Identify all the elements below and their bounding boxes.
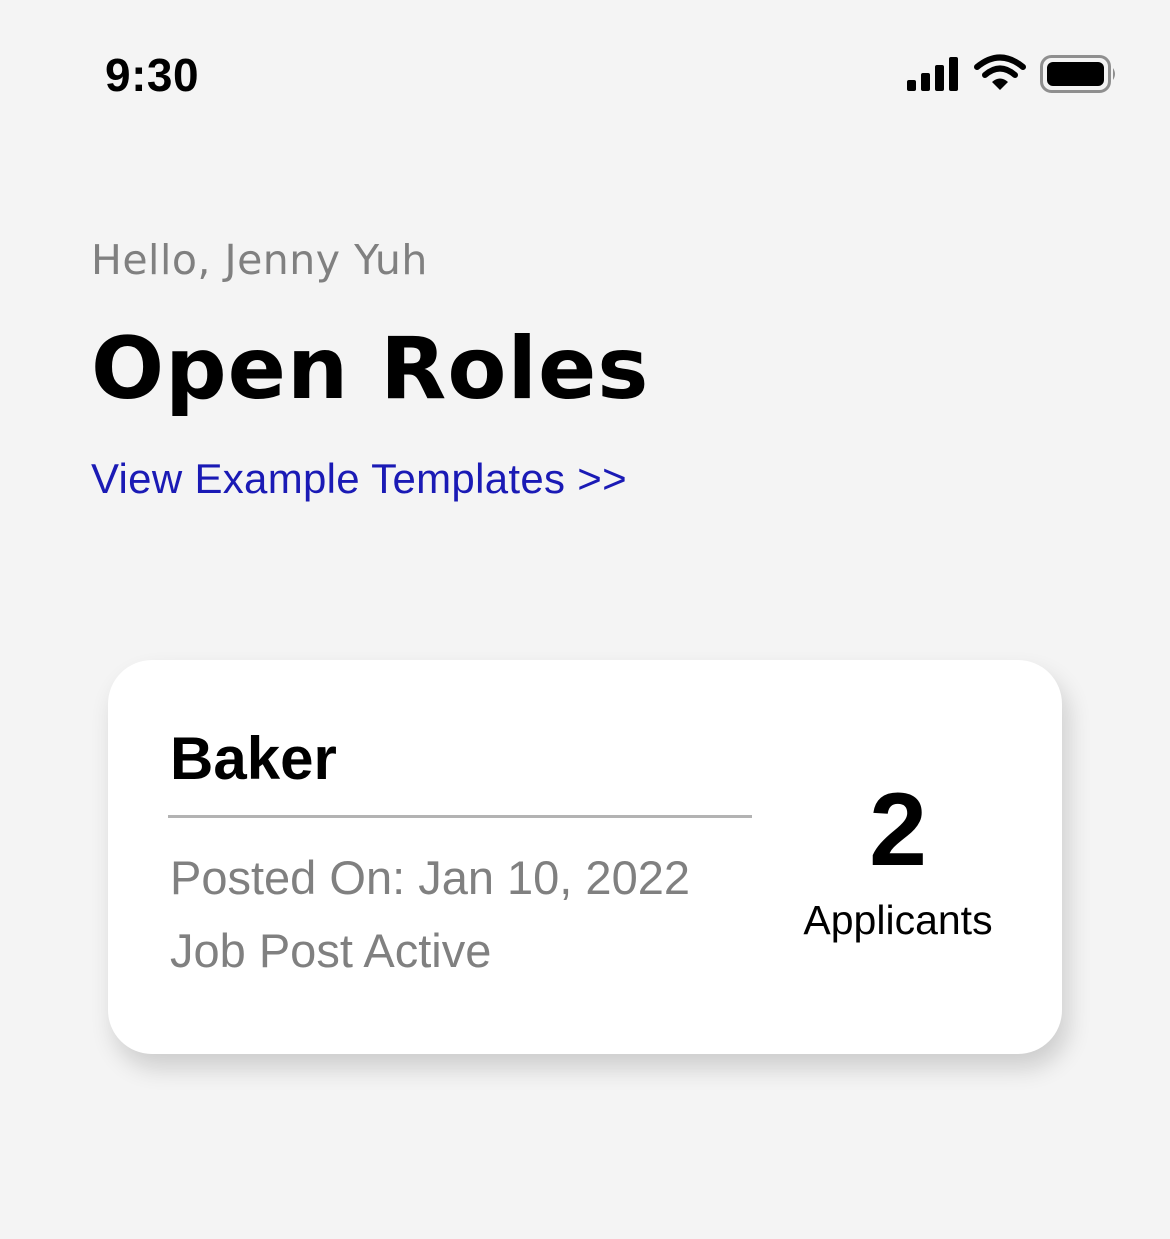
posted-date: Posted On: Jan 10, 2022 <box>170 851 690 904</box>
view-example-templates-link[interactable]: View Example Templates >> <box>91 455 627 503</box>
status-time: 9:30 <box>105 49 200 101</box>
job-post-status: Job Post Active <box>170 924 492 977</box>
applicant-count: 2 <box>869 772 927 888</box>
status-bar: 9:30 <box>0 0 1170 150</box>
page-title: Open Roles <box>91 319 650 419</box>
role-title: Baker <box>170 725 337 792</box>
divider <box>168 815 752 818</box>
applicant-label: Applicants <box>803 897 993 943</box>
greeting-text: Hello, Jenny Yuh <box>91 236 428 284</box>
signal-icon <box>907 57 958 91</box>
wifi-icon <box>974 54 1026 90</box>
role-card[interactable]: Baker Posted On: Jan 10, 2022 Job Post A… <box>108 660 1062 1054</box>
battery-icon <box>1040 55 1115 93</box>
